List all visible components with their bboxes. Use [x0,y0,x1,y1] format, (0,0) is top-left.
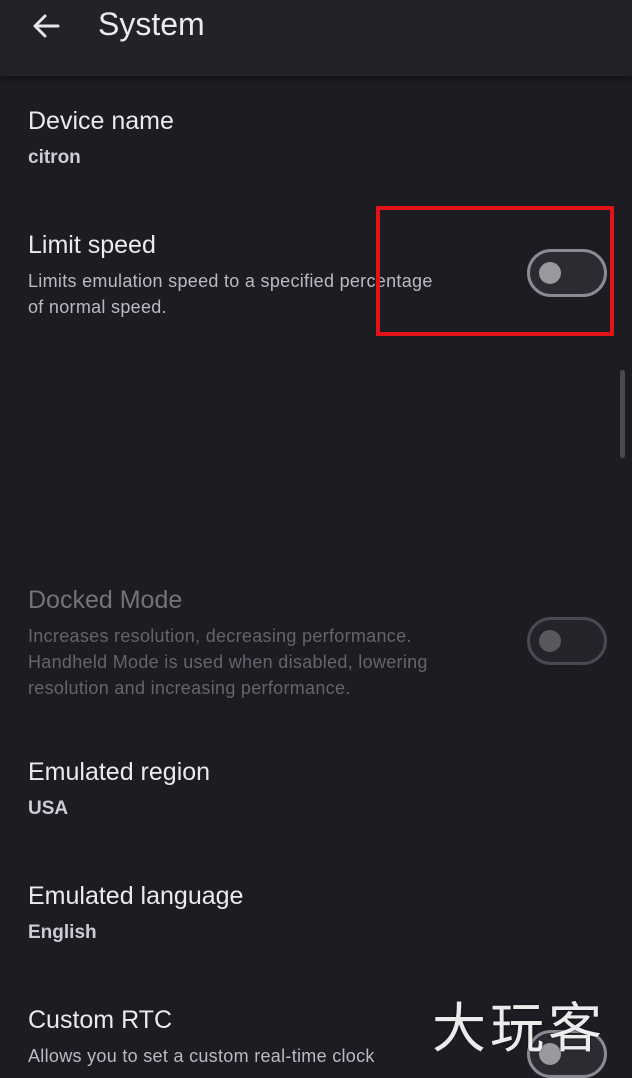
highlight-box [376,206,614,336]
setting-title: Docked Mode [28,586,183,614]
page-title: System [98,6,205,42]
app-bar: System [0,0,632,76]
setting-title: Device name [28,107,174,135]
setting-value: English [28,922,97,943]
setting-value: USA [28,798,69,819]
setting-title: Emulated region [28,758,211,786]
docked-mode-toggle [527,617,607,665]
toggle-thumb [539,630,561,652]
setting-value: citron [28,147,81,168]
setting-description: Allows you to set a custom real-time clo… [28,1046,375,1066]
setting-description: Increases resolution, decreasing perform… [28,626,428,698]
watermark: 大玩客 [432,997,606,1060]
arrow-back-icon [33,14,60,38]
setting-device-name[interactable]: Device name citron [28,106,174,170]
setting-title: Custom RTC [28,1006,173,1034]
scrollbar-thumb[interactable] [620,370,625,458]
setting-emulated-language[interactable]: Emulated language English [28,881,243,945]
setting-custom-rtc[interactable]: Custom RTC Allows you to set a custom re… [28,1005,498,1069]
setting-title: Emulated language [28,882,244,910]
back-button[interactable] [22,4,70,48]
setting-docked-mode: Docked Mode Increases resolution, decrea… [28,585,498,701]
setting-emulated-region[interactable]: Emulated region USA [28,757,210,821]
